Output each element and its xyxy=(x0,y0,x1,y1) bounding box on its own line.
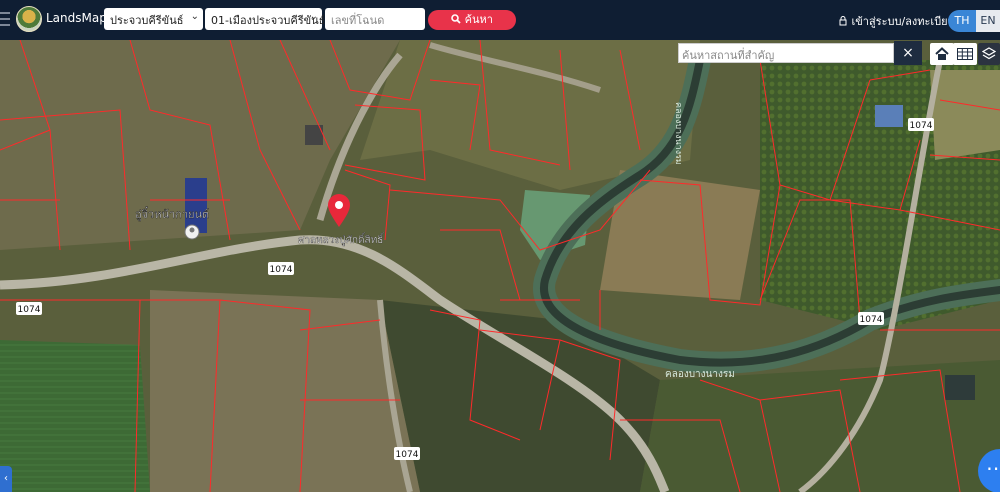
place-label[interactable]: อู่จิ๋วหน้ากายนต์ xyxy=(135,205,210,221)
svg-text:1074: 1074 xyxy=(270,265,293,275)
building xyxy=(945,375,975,400)
district-select[interactable]: 01-เมืองประจวบคีรีขันธ์ ⌄ xyxy=(205,8,325,30)
layers-icon xyxy=(981,47,997,60)
home-icon xyxy=(935,47,949,60)
svg-text:1074: 1074 xyxy=(910,121,933,131)
chevron-left-icon: ‹ xyxy=(4,473,8,484)
home-button[interactable] xyxy=(930,43,954,65)
lang-en-button[interactable]: EN xyxy=(976,10,1000,32)
satellite-map[interactable]: 1074 1074 1074 1074 1074 อู่จิ๋วหน้ากายน… xyxy=(0,40,1000,492)
layers-button[interactable] xyxy=(978,43,1000,65)
road-badge: 1074 xyxy=(268,262,294,275)
place-marker-icon[interactable] xyxy=(184,224,200,240)
search-button-label: ค้นหา xyxy=(464,13,493,26)
canal-label: คลองบางนางรม xyxy=(665,369,735,380)
road-badge: 1074 xyxy=(858,312,884,325)
map-canvas[interactable]: 1074 1074 1074 1074 1074 อู่จิ๋วหน้ากายน… xyxy=(0,40,1000,492)
login-link[interactable]: เข้าสู่ระบบ/ลงทะเบียน xyxy=(838,12,955,30)
place-search-input[interactable]: ค้นหาสถานที่สำคัญ xyxy=(678,43,894,63)
chevron-down-icon: ⌄ xyxy=(190,11,199,22)
canal-label: คลองบางนางรม xyxy=(673,102,683,165)
clear-search-button[interactable]: × xyxy=(894,41,922,65)
more-icon: ⋯ xyxy=(986,456,1000,480)
language-toggle[interactable]: TH EN xyxy=(948,10,1000,32)
crop-field xyxy=(0,340,150,492)
landsmaps-logo[interactable] xyxy=(16,6,42,32)
place-label[interactable]: ศาลหลวงปู่ศักดิ์สิทธิ์ xyxy=(298,232,385,246)
user-icon xyxy=(839,16,847,26)
deed-number-input[interactable]: เลขที่โฉนด xyxy=(325,8,425,30)
road-badge: 1074 xyxy=(16,302,42,315)
top-bar: LandsMaps ประจวบคีรีขันธ์ ⌄ 01-เมืองประจว… xyxy=(0,0,1000,40)
chevron-down-icon: ⌄ xyxy=(309,11,318,22)
svg-text:1074: 1074 xyxy=(396,450,419,460)
lang-th-button[interactable]: TH xyxy=(948,10,976,32)
hamburger-icon[interactable] xyxy=(0,12,12,26)
road-badge: 1074 xyxy=(908,118,934,131)
grid-icon xyxy=(957,48,973,60)
search-icon xyxy=(451,14,461,24)
search-button[interactable]: ค้นหา xyxy=(428,10,516,30)
building xyxy=(875,105,903,127)
bare-land xyxy=(930,70,1000,160)
close-icon: × xyxy=(902,45,914,61)
province-select[interactable]: ประจวบคีรีขันธ์ ⌄ xyxy=(104,8,203,30)
svg-text:1074: 1074 xyxy=(18,305,41,315)
building xyxy=(185,178,207,233)
collapse-panel-button[interactable]: ‹ xyxy=(0,466,12,492)
road-badge: 1074 xyxy=(394,447,420,460)
svg-text:1074: 1074 xyxy=(860,315,883,325)
grid-button[interactable] xyxy=(953,43,977,65)
